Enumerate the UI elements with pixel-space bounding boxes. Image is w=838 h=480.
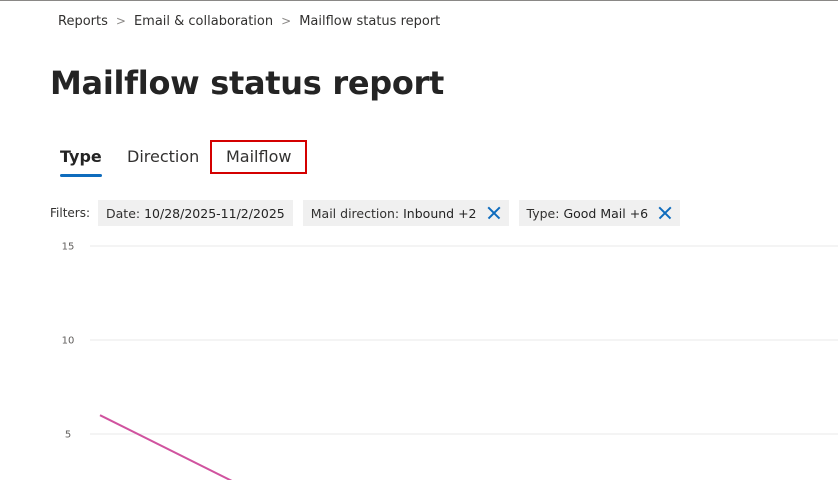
y-tick-label: 10: [62, 336, 75, 347]
tab-mailflow[interactable]: Mailflow: [209, 140, 308, 174]
breadcrumb-reports[interactable]: Reports: [58, 14, 108, 29]
filter-chip-prefix: Mail direction:: [310, 205, 400, 221]
filter-chip-mail-direction[interactable]: Mail direction: Inbound +2: [302, 200, 509, 226]
chart-svg: 15 10 5: [62, 242, 838, 480]
series-line: [99, 414, 233, 480]
filter-chip-value: 10/28/2025-11/2/2025: [144, 205, 285, 221]
filters-label: Filters:: [50, 206, 91, 220]
close-icon[interactable]: [487, 206, 501, 220]
breadcrumb-email-collaboration[interactable]: Email & collaboration: [134, 14, 273, 29]
breadcrumb: Reports > Email & collaboration > Mailfl…: [58, 12, 440, 30]
filter-chip-value: Good Mail +6: [563, 205, 649, 221]
filter-chip-type[interactable]: Type: Good Mail +6: [518, 200, 681, 226]
filter-chip-prefix: Date:: [106, 205, 141, 221]
filter-chip-date[interactable]: Date: 10/28/2025-11/2/2025: [98, 200, 293, 226]
chevron-right-icon: >: [115, 14, 126, 28]
filter-chip-value: Inbound +2: [403, 205, 477, 221]
chevron-right-icon: >: [281, 14, 292, 28]
tab-type[interactable]: Type: [60, 142, 102, 177]
page-title: Mailflow status report: [50, 64, 445, 102]
close-icon[interactable]: [658, 206, 672, 220]
mailflow-chart: 15 10 5: [0, 232, 838, 480]
y-tick-label: 5: [65, 430, 71, 441]
filters-bar: Filters: Date: 10/28/2025-11/2/2025 Mail…: [50, 200, 690, 226]
top-border: [0, 0, 838, 1]
breadcrumb-current: Mailflow status report: [299, 13, 441, 29]
tab-direction[interactable]: Direction: [127, 142, 199, 172]
y-tick-label: 15: [62, 242, 75, 253]
filter-chip-prefix: Type:: [526, 205, 560, 221]
